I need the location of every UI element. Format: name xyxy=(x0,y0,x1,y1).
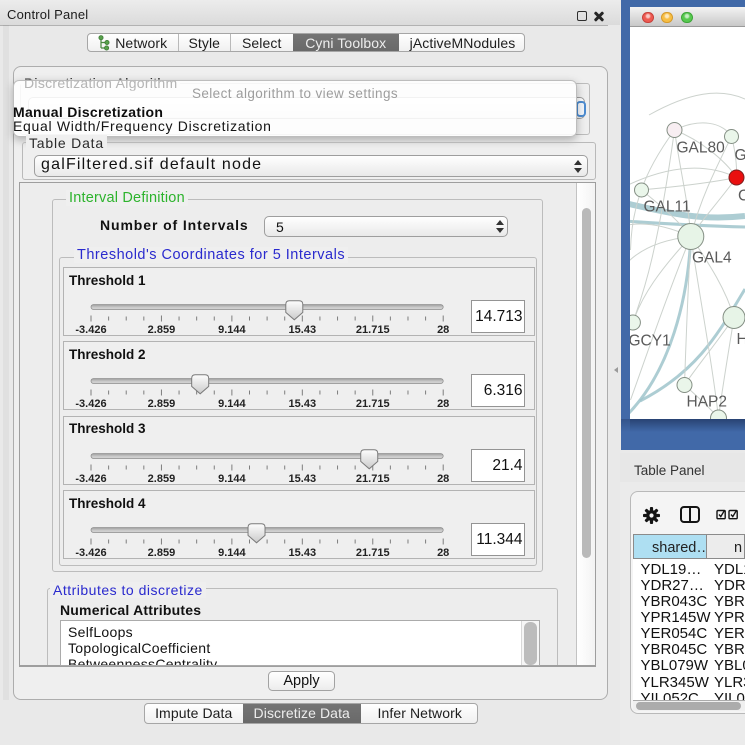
svg-text:15.43: 15.43 xyxy=(289,398,317,410)
svg-text:28: 28 xyxy=(437,398,449,410)
svg-text:28: 28 xyxy=(437,547,449,559)
svg-text:2.859: 2.859 xyxy=(148,324,176,336)
svg-text:21.715: 21.715 xyxy=(356,547,390,559)
svg-text:9.144: 9.144 xyxy=(218,324,246,336)
svg-text:9.144: 9.144 xyxy=(218,547,246,559)
svg-text:15.43: 15.43 xyxy=(289,473,317,485)
svg-text:-3.426: -3.426 xyxy=(75,398,106,410)
svg-text:9.144: 9.144 xyxy=(218,398,246,410)
svg-text:2.859: 2.859 xyxy=(148,473,176,485)
svg-text:15.43: 15.43 xyxy=(289,547,317,559)
svg-text:-3.426: -3.426 xyxy=(75,473,106,485)
svg-text:GA: GA xyxy=(735,147,745,164)
svg-text:H: H xyxy=(737,331,745,348)
svg-text:2.859: 2.859 xyxy=(148,547,176,559)
svg-text:2.859: 2.859 xyxy=(148,398,176,410)
svg-text:9.144: 9.144 xyxy=(218,473,246,485)
svg-text:GAL80: GAL80 xyxy=(677,140,726,157)
svg-text:-3.426: -3.426 xyxy=(75,324,106,336)
svg-text:21.715: 21.715 xyxy=(356,473,390,485)
svg-text:C: C xyxy=(738,188,745,205)
svg-text:21.715: 21.715 xyxy=(356,324,390,336)
svg-text:28: 28 xyxy=(437,324,449,336)
svg-text:28: 28 xyxy=(437,473,449,485)
svg-text:GAL4: GAL4 xyxy=(692,250,732,267)
svg-text:GAL11: GAL11 xyxy=(644,199,691,216)
svg-text:15.43: 15.43 xyxy=(289,324,317,336)
svg-text:-3.426: -3.426 xyxy=(75,547,106,559)
svg-text:GCY1: GCY1 xyxy=(630,333,671,350)
svg-text:HAP2: HAP2 xyxy=(687,394,728,411)
svg-text:21.715: 21.715 xyxy=(356,398,390,410)
